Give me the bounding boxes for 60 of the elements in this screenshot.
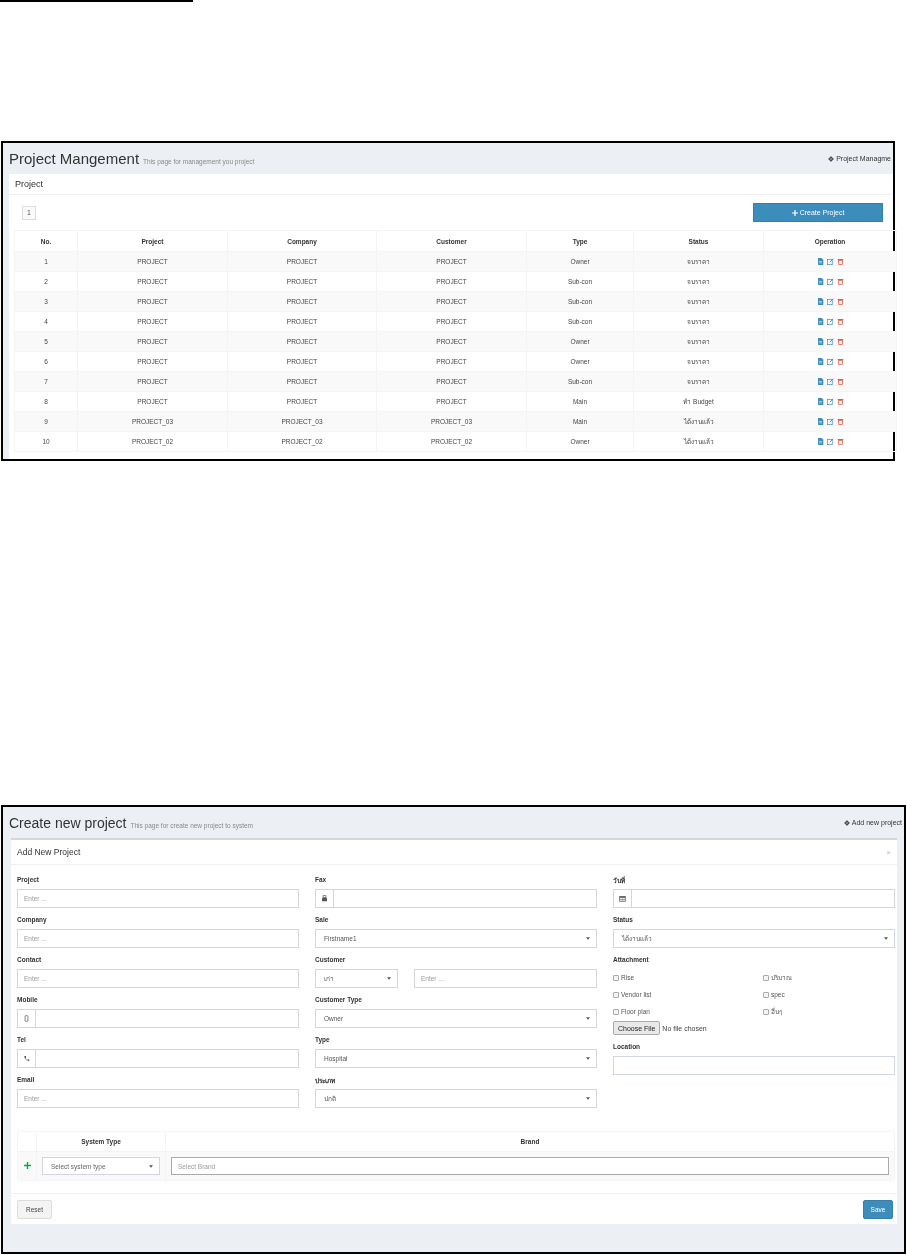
edit-icon[interactable] [826, 337, 834, 345]
page-title: Project Mangement [9, 150, 140, 167]
trash-icon[interactable] [836, 417, 844, 425]
document-icon[interactable] [816, 437, 824, 445]
caret-icon [387, 977, 391, 980]
edit-icon[interactable] [826, 257, 834, 265]
edit-icon[interactable] [826, 277, 834, 285]
checkbox[interactable] [613, 974, 619, 981]
edit-icon[interactable] [826, 357, 834, 365]
caret-icon [586, 1017, 590, 1020]
caret-icon [884, 937, 888, 940]
plus-icon [791, 209, 798, 216]
trash-icon[interactable] [836, 397, 844, 405]
trash-icon[interactable] [836, 317, 844, 325]
checkbox[interactable] [613, 1008, 619, 1015]
caret-icon [586, 1097, 590, 1100]
edit-icon[interactable] [826, 317, 834, 325]
phone-icon [23, 1055, 30, 1062]
document-icon[interactable] [816, 377, 824, 385]
panel-title: Add New Project [17, 847, 81, 857]
checkbox[interactable] [613, 991, 619, 998]
fax-icon [321, 895, 328, 902]
checkbox[interactable] [763, 991, 769, 998]
edit-icon[interactable] [826, 417, 834, 425]
calendar-icon [619, 895, 626, 902]
fax-field[interactable] [334, 889, 597, 908]
document-icon[interactable] [816, 397, 824, 405]
trash-icon[interactable] [836, 377, 844, 385]
caret-icon [586, 937, 590, 940]
document-icon[interactable] [816, 417, 824, 425]
document-icon[interactable] [816, 297, 824, 305]
checkbox[interactable] [763, 974, 769, 981]
edit-icon[interactable] [826, 297, 834, 305]
date-field[interactable] [632, 889, 895, 908]
phone-field[interactable] [36, 1049, 299, 1068]
text-field[interactable] [613, 1056, 895, 1075]
gear-icon [843, 819, 850, 826]
caret-icon [586, 1057, 590, 1060]
document-icon[interactable] [816, 337, 824, 345]
edit-icon[interactable] [826, 437, 834, 445]
trash-icon[interactable] [836, 337, 844, 345]
panel-title: Project [15, 179, 43, 189]
trash-icon[interactable] [836, 257, 844, 265]
document-icon[interactable] [816, 357, 824, 365]
caret-icon [149, 1164, 153, 1168]
document-icon[interactable] [816, 277, 824, 285]
checkbox[interactable] [763, 1008, 769, 1015]
trash-icon[interactable] [836, 277, 844, 285]
mobile-field[interactable] [36, 1009, 299, 1028]
document-icon[interactable] [816, 257, 824, 265]
trash-icon[interactable] [836, 437, 844, 445]
document-icon[interactable] [816, 317, 824, 325]
page-title: Create new project [9, 814, 127, 831]
edit-icon[interactable] [826, 377, 834, 385]
edit-icon[interactable] [826, 397, 834, 405]
trash-icon[interactable] [836, 357, 844, 365]
mobile-icon [23, 1015, 30, 1022]
trash-icon[interactable] [836, 297, 844, 305]
gear-icon [828, 155, 835, 162]
add-icon[interactable] [23, 1162, 31, 1169]
